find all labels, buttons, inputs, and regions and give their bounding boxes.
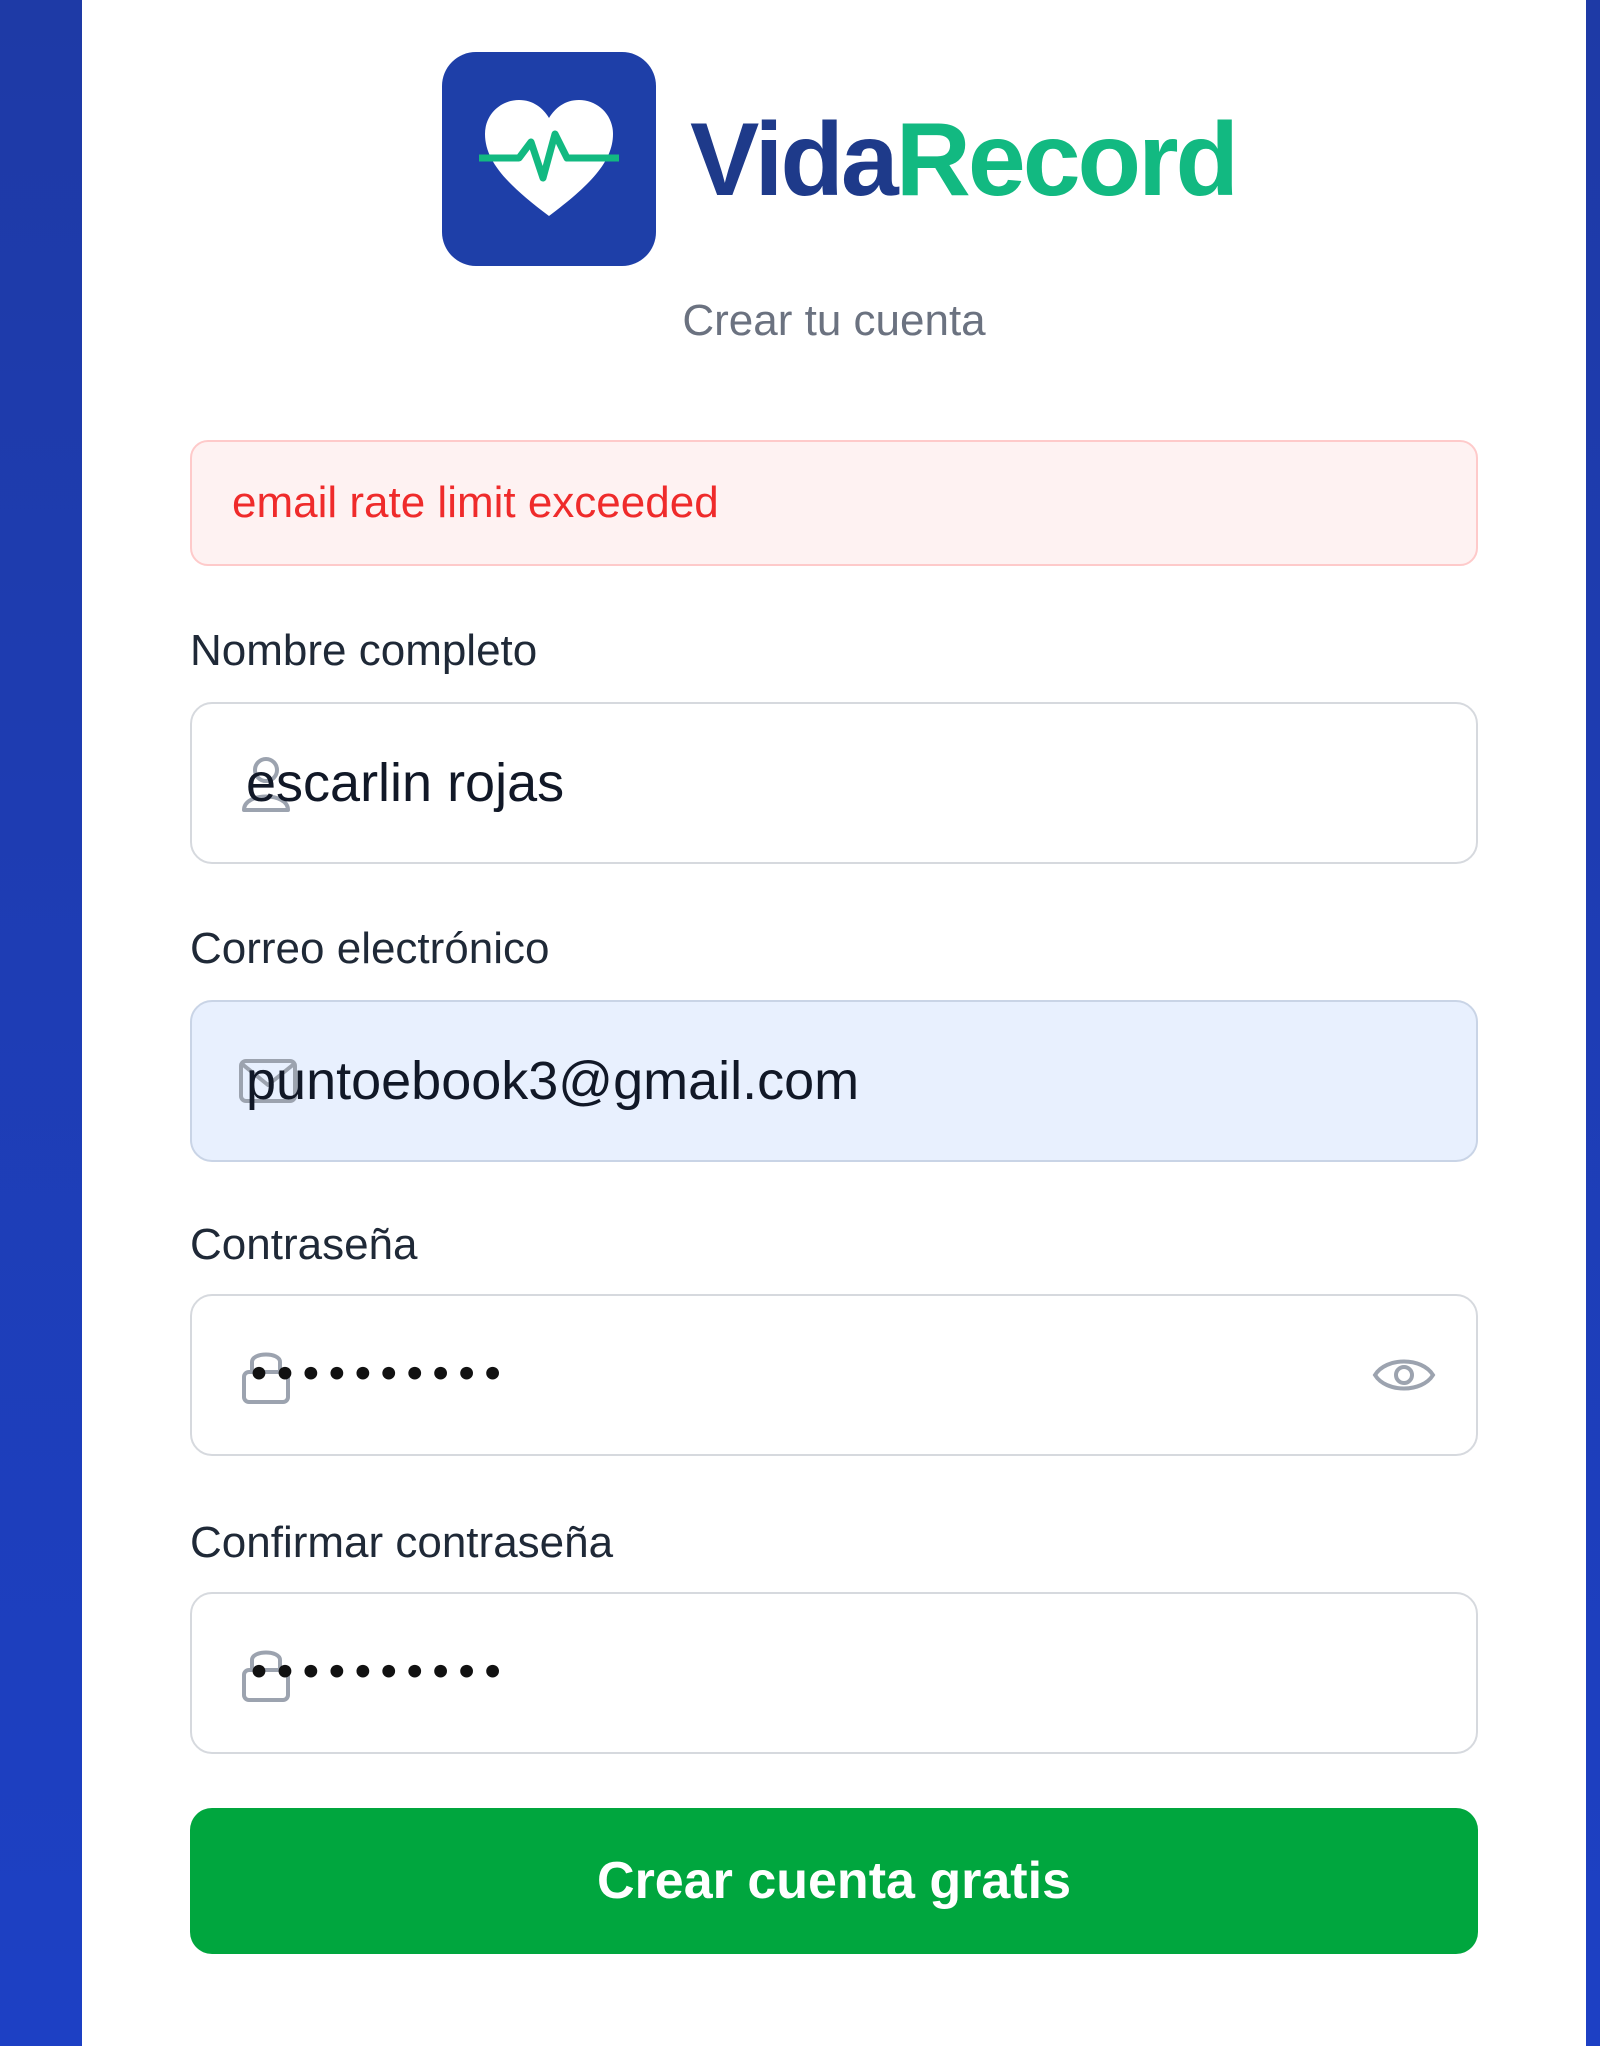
email-label: Correo electrónico	[190, 924, 550, 973]
confirm-password-label: Confirmar contraseña	[190, 1518, 614, 1567]
brand-header: VidaRecord	[190, 52, 1478, 266]
app-logo	[442, 52, 656, 266]
page-subtitle: Crear tu cuenta	[682, 296, 986, 345]
confirm-password-input[interactable]: ••••••••••	[246, 1648, 506, 1699]
password-label: Contraseña	[190, 1220, 418, 1269]
heart-pulse-icon	[479, 100, 619, 216]
email-input[interactable]: puntoebook3@gmail.com	[246, 1050, 859, 1112]
error-alert-message: email rate limit exceeded	[232, 478, 719, 527]
error-alert: email rate limit exceeded	[190, 440, 1478, 566]
confirm-password-field[interactable]: ••••••••••	[190, 1592, 1478, 1754]
password-field[interactable]: ••••••••••	[190, 1294, 1478, 1456]
create-account-button[interactable]: Crear cuenta gratis	[190, 1808, 1478, 1954]
full-name-label: Nombre completo	[190, 626, 538, 675]
full-name-input[interactable]: escarlin rojas	[246, 752, 564, 814]
password-input[interactable]: ••••••••••	[246, 1350, 506, 1401]
brand-name-vida: Vida	[690, 102, 899, 218]
signup-card: VidaRecord Crear tu cuenta email rate li…	[82, 0, 1586, 2046]
eye-icon[interactable]	[1372, 1351, 1436, 1399]
brand-name: VidaRecord	[690, 100, 1239, 220]
full-name-field[interactable]: escarlin rojas	[190, 702, 1478, 864]
brand-name-record: Record	[895, 102, 1239, 218]
email-field[interactable]: puntoebook3@gmail.com	[190, 1000, 1478, 1162]
